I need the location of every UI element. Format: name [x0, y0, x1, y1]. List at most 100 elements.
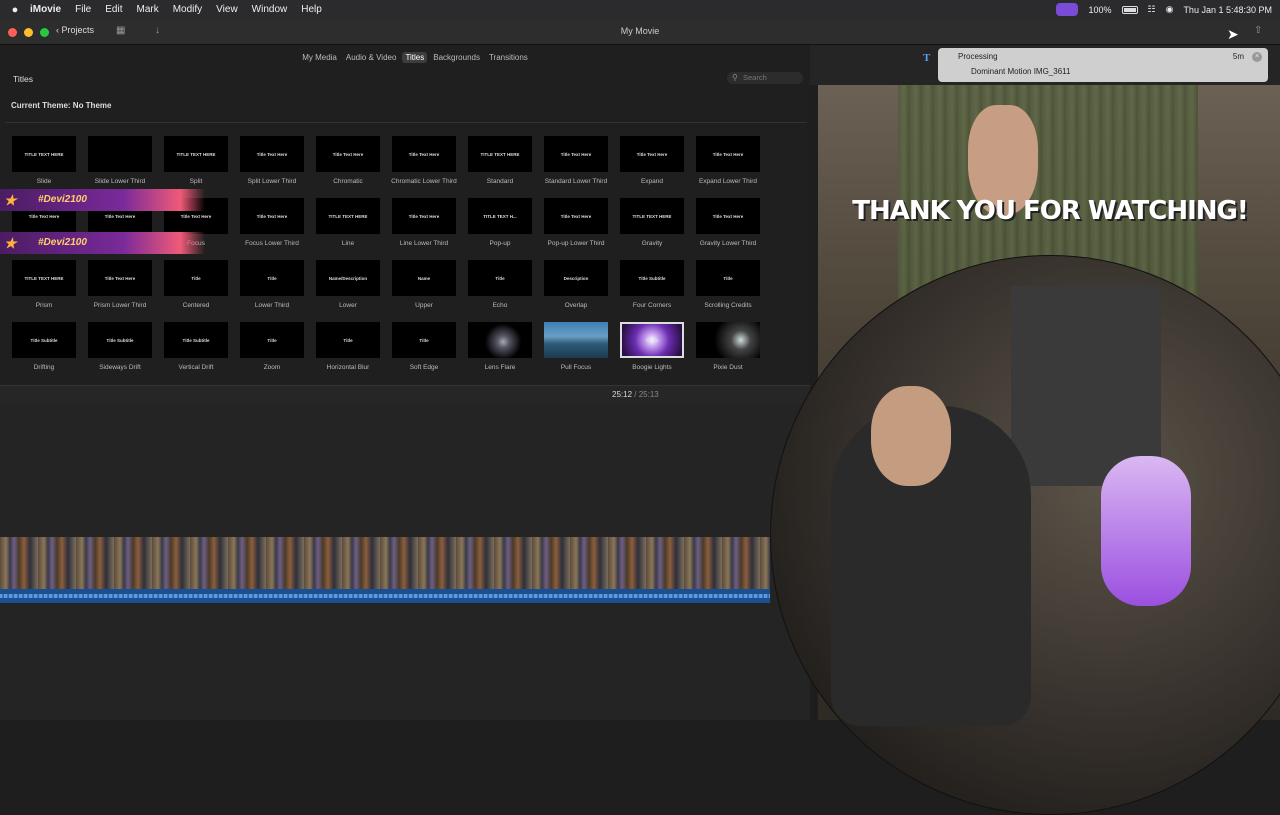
title-tile-label: Pop-up — [489, 240, 511, 247]
title-tile-label: Prism Lower Third — [93, 302, 147, 309]
title-tile[interactable]: Slide Lower Third — [87, 136, 153, 186]
title-thumbnail: TITLE TEXT HERE — [12, 260, 76, 296]
control-center-icon[interactable]: ☷ — [1148, 4, 1156, 15]
title-tile[interactable]: Title Echo — [467, 260, 533, 310]
title-thumbnail: Name/Description — [316, 260, 380, 296]
title-tile[interactable]: TITLE TEXT H... Pop-up — [467, 198, 533, 248]
title-tile[interactable]: Title Text Here Prism Lower Third — [87, 260, 153, 310]
title-tile[interactable]: Name/Description Lower — [315, 260, 381, 310]
title-tile-label: Sideways Drift — [99, 364, 141, 371]
title-tile[interactable]: TITLE TEXT HERE Line — [315, 198, 381, 248]
title-thumbnail: Title Text Here — [88, 260, 152, 296]
title-tile[interactable]: TITLE TEXT HERE Prism — [11, 260, 77, 310]
title-tile[interactable]: Description Overlap — [543, 260, 609, 310]
title-tile[interactable]: Title Subtitle Sideways Drift — [87, 322, 153, 372]
tab-transitions[interactable]: Transitions — [486, 52, 531, 63]
title-tile[interactable]: TITLE Boogie Lights — [619, 322, 685, 372]
title-tile[interactable]: Title Text Here Line Lower Third — [391, 198, 457, 248]
title-tile-label: Standard — [486, 178, 514, 185]
audio-waveform[interactable] — [0, 589, 770, 603]
title-tile[interactable]: Title Subtitle Drifting — [11, 322, 77, 372]
title-tile[interactable]: Title Text Here Chromatic Lower Third — [391, 136, 457, 186]
title-tile-label: Slide Lower Third — [94, 178, 146, 185]
title-tile-label: Split — [189, 178, 203, 185]
overlay-banner-text: #Devi2100 — [38, 237, 87, 248]
divider — [5, 122, 807, 123]
window-titlebar: ‹ Projects ▦ ↓ My Movie ⇧ — [0, 19, 1280, 45]
title-tile[interactable]: Lens Flare — [467, 322, 533, 372]
title-tile-label: Lens Flare — [484, 364, 516, 371]
tab-titles[interactable]: Titles — [402, 52, 428, 63]
title-tile[interactable]: Pull Focus — [543, 322, 609, 372]
title-tile[interactable]: Title Text Here Chromatic — [315, 136, 381, 186]
title-tile[interactable]: Title Subtitle Vertical Drift — [163, 322, 229, 372]
title-tile-label: Scrolling Credits — [704, 302, 752, 309]
title-tile[interactable]: TITLE TEXT HERE Standard — [467, 136, 533, 186]
title-tile[interactable]: TITLE TEXT HERE Gravity — [619, 198, 685, 248]
video-clip[interactable] — [0, 537, 770, 589]
menu-app[interactable]: iMovie — [30, 4, 61, 15]
title-tile[interactable]: Title Zoom — [239, 322, 305, 372]
clock[interactable]: Thu Jan 1 5:48:30 PM — [1183, 5, 1272, 15]
star-icon: ★ — [4, 192, 17, 208]
title-tile[interactable]: Title Text Here Split Lower Third — [239, 136, 305, 186]
menu-mark[interactable]: Mark — [136, 4, 158, 15]
title-tile-label: Pop-up Lower Third — [547, 240, 605, 247]
media-tabs: My Media Audio & Video Titles Background… — [0, 52, 810, 63]
share-icon[interactable]: ⇧ — [1254, 25, 1262, 36]
title-thumbnail: Title Subtitle — [620, 260, 684, 296]
title-tile[interactable]: Title Subtitle Four Corners — [619, 260, 685, 310]
cancel-processing-icon[interactable]: × — [1252, 52, 1262, 62]
processing-time-left: 5m — [1232, 52, 1244, 61]
title-thumbnail — [468, 322, 532, 358]
title-tile[interactable]: Title Text Here Standard Lower Third — [543, 136, 609, 186]
menu-help[interactable]: Help — [301, 4, 322, 15]
title-tile[interactable]: Title Centered — [163, 260, 229, 310]
title-thumbnail: Title Text Here — [240, 198, 304, 234]
title-tile-label: Gravity Lower Third — [699, 240, 757, 247]
menu-window[interactable]: Window — [252, 4, 288, 15]
current-time: 25:12 — [612, 390, 633, 399]
title-thumbnail: Title Text Here — [544, 136, 608, 172]
search-input[interactable]: ⚲ Search — [727, 72, 803, 84]
tab-audio-video[interactable]: Audio & Video — [343, 52, 400, 63]
timeline[interactable] — [0, 403, 810, 720]
menu-modify[interactable]: Modify — [173, 4, 202, 15]
title-thumbnail: Title Text Here — [392, 198, 456, 234]
title-tile-label: Lower — [339, 302, 357, 309]
title-tile[interactable]: TITLE TEXT HERE Split — [163, 136, 229, 186]
tab-backgrounds[interactable]: Backgrounds — [430, 52, 483, 63]
recording-icon[interactable] — [1056, 3, 1079, 16]
title-text-icon[interactable]: T — [923, 52, 930, 64]
title-tile[interactable]: Title Horizontal Blur — [315, 322, 381, 372]
title-tile[interactable]: TITLE TEXT HERE Slide — [11, 136, 77, 186]
title-tile-label: Expand — [640, 178, 664, 185]
wifi-icon[interactable]: ◉ — [1166, 4, 1174, 15]
title-tile[interactable]: Title Scrolling Credits — [695, 260, 761, 310]
title-thumbnail: TITLE TEXT HERE — [620, 198, 684, 234]
title-tile-label: Zoom — [263, 364, 281, 371]
title-tile[interactable]: Name Upper — [391, 260, 457, 310]
title-thumbnail: TITLE TEXT HERE — [12, 136, 76, 172]
title-tile[interactable]: Title Text Here Gravity Lower Third — [695, 198, 761, 248]
battery-icon[interactable] — [1121, 5, 1138, 14]
title-tile[interactable]: Title Text Here Pop-up Lower Third — [543, 198, 609, 248]
title-thumbnail: Title — [164, 260, 228, 296]
tab-my-media[interactable]: My Media — [299, 52, 340, 63]
title-tile[interactable]: Title Text Here Expand — [619, 136, 685, 186]
processing-item: Dominant Motion IMG_3611 — [971, 67, 1071, 76]
apple-icon[interactable]: ● — [0, 4, 30, 16]
menu-view[interactable]: View — [216, 4, 238, 15]
title-tile-label: Gravity — [641, 240, 663, 247]
title-tile-label: Centered — [182, 302, 210, 309]
title-tile-label: Focus Lower Third — [245, 240, 299, 247]
menu-edit[interactable]: Edit — [105, 4, 122, 15]
title-tile[interactable]: Title Lower Third — [239, 260, 305, 310]
menu-file[interactable]: File — [75, 4, 91, 15]
title-tile[interactable]: Title Soft Edge — [391, 322, 457, 372]
title-tile[interactable]: Title Text Here Focus Lower Third — [239, 198, 305, 248]
title-thumbnail: TITLE TEXT HERE — [164, 136, 228, 172]
title-tile[interactable]: Pixie Dust — [695, 322, 761, 372]
title-thumbnail: TITLE TEXT HERE — [468, 136, 532, 172]
title-tile[interactable]: Title Text Here Expand Lower Third — [695, 136, 761, 186]
